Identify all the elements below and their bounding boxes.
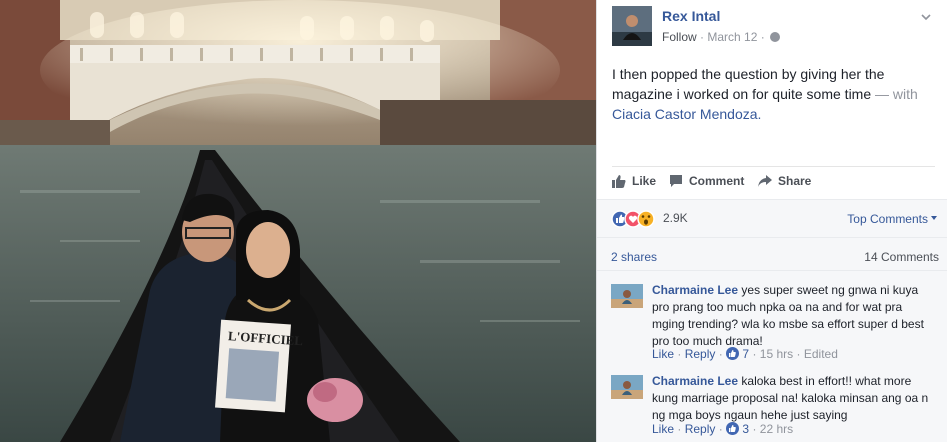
shares-link[interactable]: 2 shares [611,250,657,264]
share-label: Share [778,174,812,188]
commenter-avatar[interactable] [611,375,643,399]
divider [612,166,935,167]
comment-reply-link[interactable]: Reply [685,422,716,436]
like-label: Like [632,174,657,188]
comment-like-link[interactable]: Like [652,422,674,436]
like-badge-icon [726,422,740,435]
tagged-person-link[interactable]: Ciacia Castor Mendoza. [612,106,761,122]
post-text: I then popped the question by giving her… [612,64,937,124]
comment-body: Charmaine Lee kaloka best in effort!! wh… [652,373,937,424]
post-header: Rex Intal Follow · March 12 · [612,6,935,50]
like-button[interactable]: Like [612,174,656,188]
top-comments-label: Top Comments [847,212,928,226]
globe-icon [770,32,781,42]
comment-edited[interactable]: Edited [804,347,838,361]
comment-icon [670,175,682,187]
comment-body: Charmaine Lee yes super sweet ng gnwa ni… [652,282,937,350]
post-date[interactable]: March 12 [707,30,757,44]
share-button[interactable]: Share [757,174,811,188]
comment-reply-link[interactable]: Reply [685,347,716,361]
post-panel: Rex Intal Follow · March 12 · I then pop… [596,0,947,442]
commenter-name[interactable]: Charmaine Lee [652,283,738,297]
photo-scene: L'OFFICIEL [0,0,596,442]
reaction-count[interactable]: 2.9K [663,211,688,225]
with-label: — with [875,86,918,102]
top-comments-dropdown[interactable]: Top Comments [847,212,937,226]
commenter-name[interactable]: Charmaine Lee [652,374,738,388]
comment-actions: Like · Reply · 3 · 22 hrs [652,422,794,436]
comment-like-count[interactable]: 7 [742,347,749,361]
post-body: I then popped the question by giving her… [612,66,885,102]
comment-time[interactable]: 22 hrs [760,422,793,436]
engagement-row: 2 shares 14 Comments [597,237,947,271]
share-icon [758,175,772,187]
comments-count[interactable]: 14 Comments [864,250,939,264]
caret-down-icon [931,216,937,220]
comment-label: Comment [689,174,745,188]
author-avatar[interactable] [612,6,652,46]
comment-button[interactable]: Comment [669,174,744,188]
comments-list: Charmaine Lee yes super sweet ng gnwa ni… [597,271,947,442]
follow-link[interactable]: Follow [662,30,697,44]
comment-time[interactable]: 15 hrs [760,347,793,361]
chevron-down-icon[interactable] [921,12,931,22]
wow-icon [637,210,655,228]
comment-like-link[interactable]: Like [652,347,674,361]
comment-actions: Like · Reply · 7 · 15 hrs · Edited [652,347,838,361]
post-meta: Follow · March 12 · [662,30,781,44]
thumbs-up-icon [612,175,626,188]
reaction-icons[interactable] [611,210,659,228]
post-photo[interactable]: L'OFFICIEL [0,0,596,442]
author-name[interactable]: Rex Intal [662,8,720,24]
like-badge-icon [726,347,740,360]
commenter-avatar[interactable] [611,284,643,308]
reactions-bar: 2.9K Top Comments [597,199,947,237]
comment-like-count[interactable]: 3 [742,422,749,436]
